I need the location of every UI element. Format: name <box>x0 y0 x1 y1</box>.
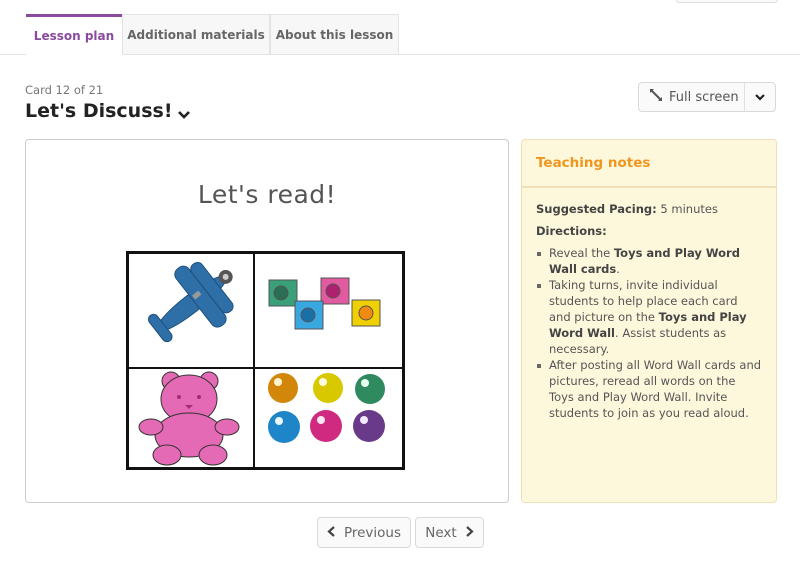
card-title-dropdown[interactable]: Let's Discuss! <box>25 100 191 122</box>
next-label: Next <box>425 524 457 541</box>
direction-item: After posting all Word Wall cards and pi… <box>537 358 762 420</box>
suggested-pacing: Suggested Pacing: 5 minutes <box>536 201 762 217</box>
teaching-notes-panel: Teaching notes Suggested Pacing: 5 minut… <box>521 139 777 503</box>
marbles-icon <box>268 373 385 443</box>
card-counter: Card 12 of 21 <box>25 83 104 97</box>
tab-lesson-plan[interactable]: Lesson plan <box>26 14 122 55</box>
tab-bar: Lesson plan Additional materials About t… <box>0 14 800 55</box>
chevron-right-icon <box>465 525 474 541</box>
directions-list: Reveal the Toys and Play Word Wall cards… <box>536 245 762 421</box>
fullscreen-button-group: Full screen <box>638 82 776 112</box>
slide-title: Let's read! <box>197 180 337 209</box>
directions-label: Directions: <box>536 224 607 238</box>
tab-additional-materials[interactable]: Additional materials <box>122 14 270 54</box>
fullscreen-button[interactable]: Full screen <box>639 83 744 111</box>
picture-airplane <box>128 253 254 368</box>
chevron-down-icon <box>177 104 191 119</box>
tab-about-this-lesson[interactable]: About this lesson <box>270 14 399 54</box>
previous-button[interactable]: Previous <box>317 517 411 548</box>
picture-grid <box>126 251 405 470</box>
fullscreen-label: Full screen <box>669 89 739 105</box>
direction-item: Taking turns, invite individual students… <box>537 277 762 357</box>
top-button-stub[interactable] <box>676 0 778 3</box>
airplane-icon <box>147 261 234 343</box>
picture-blocks <box>254 253 403 368</box>
pacing-label: Suggested Pacing: <box>536 202 657 216</box>
card-title: Let's Discuss! <box>25 100 173 122</box>
fullscreen-options-button[interactable] <box>744 83 775 111</box>
chevron-down-icon <box>754 88 766 107</box>
chevron-left-icon <box>327 525 336 541</box>
picture-teddy-bear <box>128 368 254 468</box>
picture-marbles <box>254 368 403 468</box>
direction-item: Reveal the Toys and Play Word Wall cards… <box>537 245 762 277</box>
previous-label: Previous <box>343 524 402 541</box>
pacing-value: 5 minutes <box>656 202 718 216</box>
next-button[interactable]: Next <box>415 517 484 548</box>
teaching-notes-heading: Teaching notes <box>522 140 776 188</box>
blocks-icon <box>268 277 381 330</box>
expand-arrows-icon <box>649 88 669 106</box>
lesson-slide: Let's read! <box>25 139 509 503</box>
teddy-bear-icon <box>138 371 240 466</box>
